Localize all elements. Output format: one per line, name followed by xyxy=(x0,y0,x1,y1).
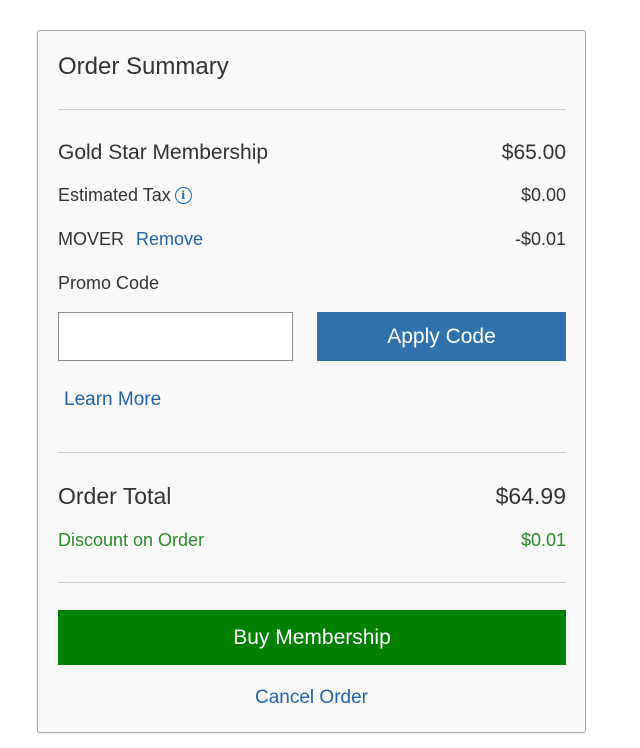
promo-code-label: Promo Code xyxy=(58,273,160,293)
order-summary-card: Order Summary Gold Star Membership $65.0… xyxy=(37,30,586,733)
discount-amount: $0.01 xyxy=(520,530,566,550)
membership-label: Gold Star Membership xyxy=(58,141,269,164)
order-total-amount: $64.99 xyxy=(495,483,566,509)
remove-promo-link[interactable]: Remove xyxy=(136,229,203,250)
membership-line: Gold Star Membership $65.00 xyxy=(58,141,566,165)
promo-applied-line: MOVER Remove -$0.01 xyxy=(58,229,566,250)
cancel-order-row: Cancel Order xyxy=(38,687,585,709)
info-icon[interactable]: i xyxy=(174,187,192,204)
cancel-order-link[interactable]: Cancel Order xyxy=(255,687,368,708)
order-total-label: Order Total xyxy=(58,483,172,509)
promo-applied-code: MOVER xyxy=(58,229,125,249)
tax-amount: $0.00 xyxy=(520,185,566,205)
promo-code-input[interactable] xyxy=(58,312,293,361)
discount-line: Discount on Order $0.01 xyxy=(58,530,566,551)
promo-applied-amount: -$0.01 xyxy=(514,229,566,249)
discount-label: Discount on Order xyxy=(58,530,205,550)
order-total-line: Order Total $64.99 xyxy=(58,483,566,510)
learn-more-link[interactable]: Learn More xyxy=(64,389,161,411)
apply-code-button[interactable]: Apply Code xyxy=(317,312,566,361)
tax-label: Estimated Tax xyxy=(58,185,171,205)
divider xyxy=(58,452,566,453)
buy-membership-button[interactable]: Buy Membership xyxy=(58,610,566,665)
order-summary-title: Order Summary xyxy=(58,53,229,80)
divider xyxy=(58,582,566,583)
divider xyxy=(58,109,566,110)
membership-amount: $65.00 xyxy=(501,141,566,164)
tax-line: Estimated Tax i $0.00 xyxy=(58,185,566,206)
